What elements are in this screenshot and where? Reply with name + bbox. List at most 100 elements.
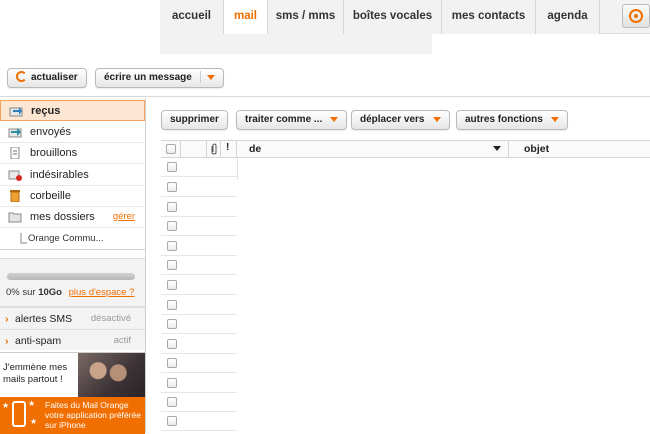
refresh-icon (629, 9, 643, 23)
subject-header-label: objet (524, 143, 550, 155)
table-row[interactable] (161, 198, 237, 217)
tab-mail[interactable]: mail (224, 0, 268, 35)
divider (0, 96, 650, 97)
tab-sms-mms[interactable]: sms / mms (268, 0, 344, 34)
attachment-column[interactable] (207, 141, 221, 157)
mark-as-label: traiter comme ... (245, 114, 323, 125)
divider (237, 158, 238, 180)
table-row[interactable] (161, 335, 237, 354)
sidebar-item-trash[interactable]: corbeille (0, 186, 145, 207)
settings-button[interactable] (622, 4, 650, 28)
row-checkbox[interactable] (167, 182, 177, 192)
refresh-label: actualiser (31, 72, 78, 83)
tab-accueil[interactable]: accueil (160, 0, 224, 34)
promo-iphone-banner[interactable]: ★ ★ ★ Faites du Mail Orange votre applic… (0, 397, 145, 434)
trash-icon (10, 190, 20, 202)
storage-quota: 0% sur 10Go plus d'espace ? (0, 258, 145, 306)
compose-label: écrire un message (104, 72, 192, 83)
row-checkbox[interactable] (167, 221, 177, 231)
chevron-right-icon: › (5, 335, 9, 347)
table-row[interactable] (161, 296, 237, 315)
tab-agenda[interactable]: agenda (536, 0, 600, 34)
refresh-button[interactable]: actualiser (7, 68, 87, 88)
sidebar-item-label: reçus (31, 105, 61, 117)
sidebar-item-label: envoyés (30, 126, 71, 138)
table-row[interactable] (161, 374, 237, 393)
row-checkbox[interactable] (167, 280, 177, 290)
subject-column[interactable]: objet (509, 141, 650, 157)
sidebar-item-drafts[interactable]: brouillons (0, 143, 145, 164)
table-row[interactable] (161, 276, 237, 295)
more-space-link[interactable]: plus d'espace ? (69, 287, 135, 298)
from-header-label: de (249, 143, 262, 155)
chevron-down-icon[interactable] (206, 74, 215, 80)
table-row[interactable] (161, 256, 237, 275)
star-icon: ★ (28, 399, 36, 408)
promo-banner-text: Faites du Mail Orange votre application … (45, 400, 141, 430)
priority-icon: ! (226, 142, 230, 153)
manage-folders-link[interactable]: gérer (113, 207, 135, 227)
delete-button[interactable]: supprimer (161, 110, 228, 130)
sort-down-icon[interactable] (493, 146, 501, 151)
table-row[interactable] (161, 354, 237, 373)
option-state: désactivé (90, 313, 131, 324)
chevron-down-icon (432, 116, 441, 122)
select-all-cell (161, 141, 181, 157)
move-to-button[interactable]: déplacer vers (351, 110, 450, 130)
table-row[interactable] (161, 217, 237, 236)
sidebar-item-spam[interactable]: indésirables (0, 165, 145, 186)
select-all-checkbox[interactable] (166, 144, 176, 154)
sidebar-item-label: mes dossiers (30, 211, 95, 223)
table-row[interactable] (161, 158, 237, 177)
tab-subband (160, 34, 432, 54)
quota-progress-bar (7, 273, 135, 280)
row-checkbox[interactable] (167, 358, 177, 368)
option-anti-spam[interactable]: › anti-spam actif (0, 329, 145, 351)
row-checkbox[interactable] (167, 162, 177, 172)
tab-mes-contacts[interactable]: mes contacts (442, 0, 536, 34)
row-checkbox[interactable] (167, 378, 177, 388)
mark-as-button[interactable]: traiter comme ... (236, 110, 348, 130)
row-checkbox[interactable] (167, 300, 177, 310)
sidebar-item-sent[interactable]: envoyés (0, 122, 145, 143)
quota-size: 10Go (38, 287, 62, 298)
move-to-label: déplacer vers (360, 114, 425, 125)
table-row[interactable] (161, 315, 237, 334)
table-row[interactable] (161, 237, 237, 256)
table-row[interactable] (161, 178, 237, 197)
compose-button[interactable]: écrire un message (95, 68, 224, 88)
row-checkbox[interactable] (167, 241, 177, 251)
from-column[interactable]: de (237, 141, 509, 157)
sidebar-item-my-folders[interactable]: mes dossiers gérer (0, 207, 145, 228)
quota-prefix: 0% sur (6, 287, 39, 298)
table-row[interactable] (161, 393, 237, 412)
promo-banner[interactable]: J'emmène mes mails partout ! ★ ★ ★ Faite… (0, 352, 145, 434)
option-state: actif (113, 335, 131, 346)
row-checkbox[interactable] (167, 416, 177, 426)
star-icon: ★ (2, 401, 10, 410)
chevron-right-icon: › (5, 313, 9, 325)
more-actions-label: autres fonctions (465, 114, 543, 125)
more-actions-button[interactable]: autres fonctions (456, 110, 568, 130)
row-checkbox[interactable] (167, 397, 177, 407)
refresh-icon (16, 71, 27, 82)
row-checkbox[interactable] (167, 260, 177, 270)
tree-branch-icon (20, 233, 27, 244)
tab-boites-vocales[interactable]: boîtes vocales (344, 0, 442, 34)
priority-column[interactable]: ! (221, 141, 237, 157)
paperclip-icon (211, 143, 217, 155)
option-label: alertes SMS (15, 313, 73, 325)
chevron-down-icon (330, 116, 339, 122)
row-checkbox[interactable] (167, 339, 177, 349)
table-row[interactable] (161, 412, 237, 431)
chevron-down-icon (550, 116, 559, 122)
sidebar-item-subfolder[interactable]: Orange Commu... (0, 229, 145, 250)
row-checkbox[interactable] (167, 202, 177, 212)
sidebar-item-inbox[interactable]: reçus (0, 100, 145, 121)
message-list-panel: supprimer traiter comme ... déplacer ver… (147, 98, 650, 433)
promo-photo (78, 353, 145, 397)
row-checkbox[interactable] (167, 319, 177, 329)
option-sms-alerts[interactable]: › alertes SMS désactivé (0, 307, 145, 329)
sidebar-item-label: indésirables (30, 169, 89, 181)
sent-icon (8, 128, 22, 138)
